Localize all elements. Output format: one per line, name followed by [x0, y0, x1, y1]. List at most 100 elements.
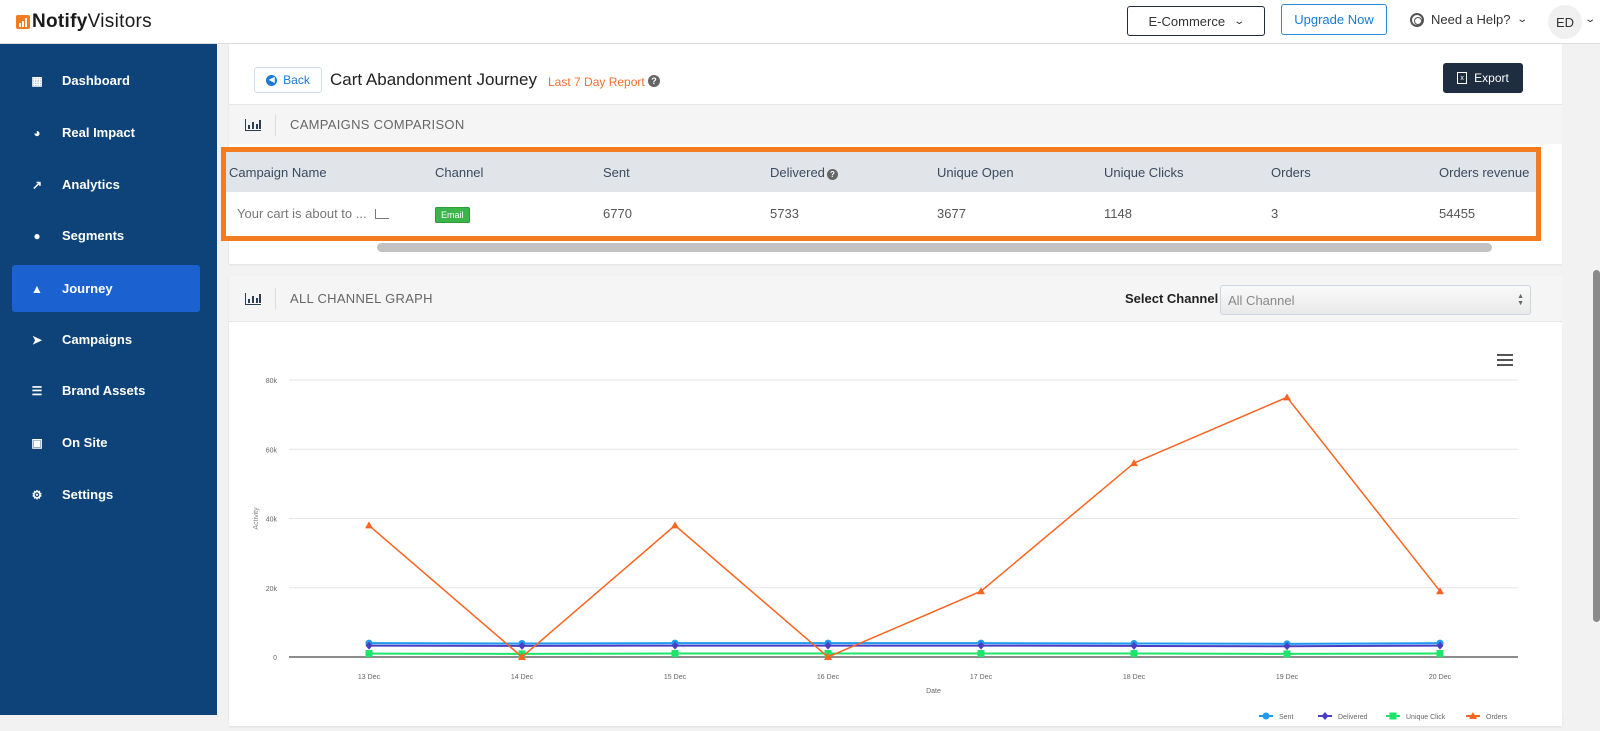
channel-select-value: All Channel — [1228, 293, 1295, 308]
select-arrows-icon: ▲▼ — [1517, 293, 1524, 307]
sidebar-item-label: Settings — [62, 487, 113, 502]
back-label: Back — [283, 73, 310, 87]
sidebar-item-campaigns[interactable]: ➤ Campaigns — [12, 316, 200, 363]
list-card-icon: ☰ — [29, 384, 45, 398]
y-tick-label: 60k — [266, 447, 278, 454]
user-avatar[interactable]: ED — [1548, 5, 1582, 39]
sidebar-item-label: Campaigns — [62, 332, 132, 347]
column-header-orders-revenue[interactable]: Orders revenue — [1439, 165, 1529, 180]
campaign-name: Your cart is about to ... — [237, 206, 367, 221]
back-button[interactable]: ◀ Back — [254, 67, 322, 93]
page-title: Cart Abandonment Journey — [330, 70, 537, 90]
sent-cell: 6770 — [603, 206, 632, 221]
workspace-dropdown[interactable]: E-Commerce ⌄ — [1127, 6, 1265, 36]
column-header-campaign-name[interactable]: Campaign Name — [229, 165, 327, 180]
horizontal-scrollbar[interactable] — [377, 243, 1492, 252]
arrow-left-circle-icon: ◀ — [266, 75, 277, 86]
grid-icon: ▦ — [29, 74, 45, 88]
x-tick-label: 19 Dec — [1276, 674, 1299, 681]
sitemap-icon: ▲ — [29, 282, 45, 296]
sidebar-item-segments[interactable]: ● Segments — [12, 212, 200, 259]
data-point-unique-click — [366, 650, 373, 657]
x-tick-label: 20 Dec — [1429, 674, 1452, 681]
table-row: Your cart is about to ... Email 6770 573… — [226, 192, 1536, 234]
divider — [275, 288, 276, 310]
excel-file-icon: x — [1457, 72, 1467, 84]
column-header-unique-open[interactable]: Unique Open — [937, 165, 1014, 180]
y-tick-label: 80k — [266, 378, 278, 385]
section-header-comparison: CAMPAIGNS COMPARISON — [229, 104, 1562, 144]
x-tick-label: 18 Dec — [1123, 674, 1146, 681]
data-point-unique-click — [672, 650, 679, 657]
y-axis-title: Activity — [253, 507, 260, 530]
legend-label-sent[interactable]: Sent — [1279, 714, 1293, 721]
sidebar-item-analytics[interactable]: ↗ Analytics — [12, 161, 200, 208]
data-point-unique-click — [1131, 650, 1138, 657]
y-tick-label: 40k — [266, 517, 278, 524]
channel-select[interactable]: All Channel ▲▼ — [1220, 285, 1531, 315]
help-label: Need a Help? — [1431, 12, 1511, 27]
delivered-label: Delivered — [770, 165, 825, 180]
gauge-icon: ◕ — [29, 126, 45, 140]
orders-revenue-cell: 54455 — [1439, 206, 1475, 221]
notifyvisitors-logo[interactable]: NotifyVisitors — [16, 11, 152, 33]
chevron-down-icon: ⌄ — [1233, 16, 1245, 27]
legend-label-delivered[interactable]: Delivered — [1338, 714, 1368, 721]
section-title: ALL CHANNEL GRAPH — [290, 291, 433, 306]
x-tick-label: 16 Dec — [817, 674, 840, 681]
lifebuoy-icon — [1410, 13, 1424, 27]
column-header-channel[interactable]: Channel — [435, 165, 483, 180]
sidebar-item-dashboard[interactable]: ▦ Dashboard — [12, 57, 200, 104]
legend-label-orders[interactable]: Orders — [1486, 714, 1508, 721]
sidebar: ▦ Dashboard ◕ Real Impact ↗ Analytics ● … — [0, 44, 217, 715]
sidebar-item-real-impact[interactable]: ◕ Real Impact — [12, 109, 200, 156]
section-header-graph: ALL CHANNEL GRAPH Select Channel All Cha… — [229, 276, 1562, 322]
column-header-delivered[interactable]: Delivered? — [770, 165, 838, 180]
delivered-cell: 5733 — [770, 206, 799, 221]
gear-icon: ⚙ — [29, 488, 45, 502]
top-bar: NotifyVisitors E-Commerce ⌄ Upgrade Now … — [0, 0, 1600, 44]
sidebar-item-settings[interactable]: ⚙ Settings — [12, 471, 200, 518]
workspace-label: E-Commerce — [1149, 14, 1226, 29]
sidebar-item-label: Analytics — [62, 177, 120, 192]
question-circle-icon[interactable]: ? — [648, 75, 660, 87]
legend-marker-unique-click — [1390, 713, 1397, 720]
orders-cell: 3 — [1271, 206, 1278, 221]
chevron-down-icon[interactable]: ⌄ — [1584, 14, 1596, 25]
x-tick-label: 14 Dec — [511, 674, 534, 681]
sidebar-item-journey[interactable]: ▲ Journey — [12, 265, 200, 312]
sidebar-item-label: Dashboard — [62, 73, 130, 88]
campaign-name-cell[interactable]: Your cart is about to ... — [237, 206, 389, 221]
hamburger-menu-icon[interactable] — [1497, 354, 1513, 366]
question-circle-icon[interactable]: ? — [827, 169, 838, 180]
column-header-orders[interactable]: Orders — [1271, 165, 1311, 180]
series-line-orders — [369, 397, 1440, 657]
column-header-unique-clicks[interactable]: Unique Clicks — [1104, 165, 1183, 180]
logo-text-bold: Notify — [32, 11, 88, 33]
legend-marker-sent — [1263, 713, 1270, 720]
chevron-down-icon: ⌄ — [1516, 14, 1528, 25]
bar-chart-icon[interactable] — [375, 209, 389, 219]
help-dropdown[interactable]: Need a Help? ⌄ — [1410, 12, 1526, 27]
data-point-orders — [671, 521, 679, 528]
export-button[interactable]: x Export — [1443, 63, 1523, 93]
sidebar-item-on-site[interactable]: ▣ On Site — [12, 419, 200, 466]
sidebar-item-brand-assets[interactable]: ☰ Brand Assets — [12, 367, 200, 414]
logo-mark-icon — [16, 15, 30, 29]
data-point-unique-click — [1437, 650, 1444, 657]
data-point-unique-click — [978, 650, 985, 657]
select-channel-label: Select Channel — [1125, 291, 1218, 306]
data-point-orders — [1283, 393, 1291, 400]
vertical-scrollbar[interactable] — [1593, 270, 1600, 622]
sidebar-item-label: Journey — [62, 281, 113, 296]
series-line-delivered — [369, 646, 1440, 647]
campaigns-table: Campaign Name Channel Sent Delivered? Un… — [221, 147, 1541, 241]
legend-marker-delivered — [1322, 712, 1329, 720]
sidebar-item-label: Brand Assets — [62, 383, 145, 398]
unique-clicks-cell: 1148 — [1104, 206, 1132, 221]
data-point-orders — [365, 521, 373, 528]
x-tick-label: 17 Dec — [970, 674, 993, 681]
upgrade-now-button[interactable]: Upgrade Now — [1281, 4, 1387, 35]
legend-label-unique-click[interactable]: Unique Click — [1406, 714, 1446, 721]
column-header-sent[interactable]: Sent — [603, 165, 630, 180]
